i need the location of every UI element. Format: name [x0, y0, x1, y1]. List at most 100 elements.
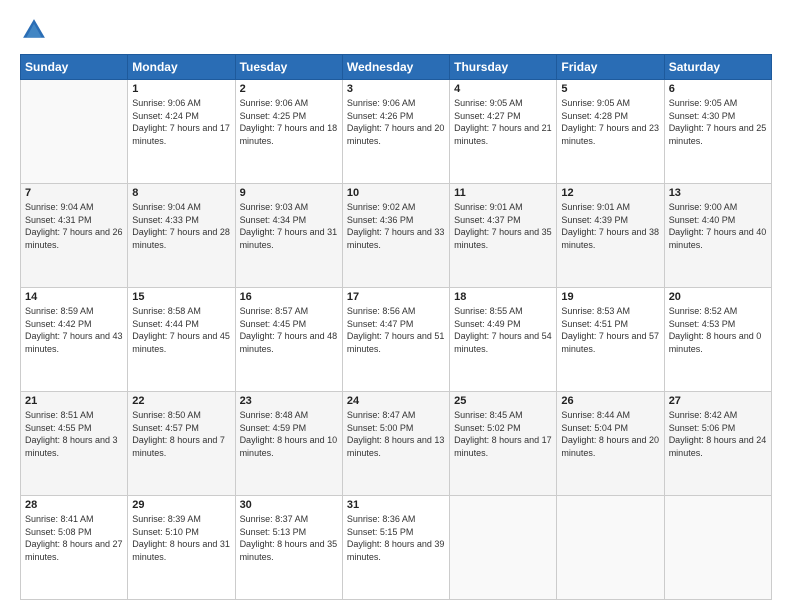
- day-number: 16: [240, 291, 338, 303]
- calendar-cell: 29 Sunrise: 8:39 AMSunset: 5:10 PMDayligh…: [128, 496, 235, 600]
- calendar-cell: 22Sunrise: 8:50 AMSunset: 4:57 PMDayligh…: [128, 392, 235, 496]
- calendar-cell: 7Sunrise: 9:04 AMSunset: 4:31 PMDaylight…: [21, 184, 128, 288]
- day-number: 2: [240, 83, 338, 95]
- day-number: 5: [561, 83, 659, 95]
- day-number: 6: [669, 83, 767, 95]
- day-number: 25: [454, 395, 552, 407]
- day-number: 21: [25, 395, 123, 407]
- day-number: 15: [132, 291, 230, 303]
- page: SundayMondayTuesdayWednesdayThursdayFrid…: [0, 0, 792, 612]
- calendar-cell: 25 Sunrise: 8:45 AMSunset: 5:02 PMDayligh…: [450, 392, 557, 496]
- day-detail: Sunrise: 8:37 AMSunset: 5:13 PMDaylight:…: [240, 514, 338, 562]
- day-detail: Sunrise: 9:01 AMSunset: 4:37 PMDaylight:…: [454, 202, 552, 250]
- day-number: 18: [454, 291, 552, 303]
- calendar-cell: [557, 496, 664, 600]
- calendar-week-row: 14 Sunrise: 8:59 AMSunset: 4:42 PMDayligh…: [21, 288, 772, 392]
- calendar-cell: 10 Sunrise: 9:02 AMSunset: 4:36 PMDayligh…: [342, 184, 449, 288]
- day-number: 29: [132, 499, 230, 511]
- calendar-cell: 1 Sunrise: 9:06 AMSunset: 4:24 PMDaylight…: [128, 80, 235, 184]
- day-number: 19: [561, 291, 659, 303]
- calendar-cell: 23 Sunrise: 8:48 AMSunset: 4:59 PMDayligh…: [235, 392, 342, 496]
- calendar-cell: 26Sunrise: 8:44 AMSunset: 5:04 PMDayligh…: [557, 392, 664, 496]
- logo: [20, 16, 54, 44]
- calendar-cell: [21, 80, 128, 184]
- calendar-week-row: 7Sunrise: 9:04 AMSunset: 4:31 PMDaylight…: [21, 184, 772, 288]
- calendar-cell: 15Sunrise: 8:58 AMSunset: 4:44 PMDayligh…: [128, 288, 235, 392]
- day-detail: Sunrise: 8:57 AMSunset: 4:45 PMDaylight:…: [240, 306, 338, 354]
- day-number: 11: [454, 187, 552, 199]
- day-detail: Sunrise: 9:04 AMSunset: 4:31 PMDaylight:…: [25, 202, 123, 250]
- header-cell-sunday: Sunday: [21, 55, 128, 80]
- day-detail: Sunrise: 9:02 AMSunset: 4:36 PMDaylight:…: [347, 202, 445, 250]
- day-detail: Sunrise: 8:42 AMSunset: 5:06 PMDaylight:…: [669, 410, 767, 458]
- day-detail: Sunrise: 9:05 AMSunset: 4:27 PMDaylight:…: [454, 98, 552, 146]
- day-number: 12: [561, 187, 659, 199]
- day-detail: Sunrise: 8:51 AMSunset: 4:55 PMDaylight:…: [25, 410, 118, 458]
- day-number: 23: [240, 395, 338, 407]
- day-number: 9: [240, 187, 338, 199]
- calendar-cell: 18 Sunrise: 8:55 AMSunset: 4:49 PMDayligh…: [450, 288, 557, 392]
- day-detail: Sunrise: 8:55 AMSunset: 4:49 PMDaylight:…: [454, 306, 552, 354]
- day-detail: Sunrise: 9:05 AMSunset: 4:28 PMDaylight:…: [561, 98, 659, 146]
- calendar-cell: 28 Sunrise: 8:41 AMSunset: 5:08 PMDayligh…: [21, 496, 128, 600]
- day-number: 20: [669, 291, 767, 303]
- day-detail: Sunrise: 8:52 AMSunset: 4:53 PMDaylight:…: [669, 306, 762, 354]
- calendar-cell: 14 Sunrise: 8:59 AMSunset: 4:42 PMDayligh…: [21, 288, 128, 392]
- day-number: 22: [132, 395, 230, 407]
- day-number: 1: [132, 83, 230, 95]
- calendar-cell: [664, 496, 771, 600]
- day-number: 27: [669, 395, 767, 407]
- calendar-cell: 20 Sunrise: 8:52 AMSunset: 4:53 PMDayligh…: [664, 288, 771, 392]
- header-cell-wednesday: Wednesday: [342, 55, 449, 80]
- calendar-week-row: 1 Sunrise: 9:06 AMSunset: 4:24 PMDaylight…: [21, 80, 772, 184]
- day-detail: Sunrise: 9:06 AMSunset: 4:26 PMDaylight:…: [347, 98, 445, 146]
- day-detail: Sunrise: 8:53 AMSunset: 4:51 PMDaylight:…: [561, 306, 659, 354]
- calendar-cell: 4 Sunrise: 9:05 AMSunset: 4:27 PMDaylight…: [450, 80, 557, 184]
- calendar-cell: 24Sunrise: 8:47 AMSunset: 5:00 PMDayligh…: [342, 392, 449, 496]
- calendar-cell: 9 Sunrise: 9:03 AMSunset: 4:34 PMDaylight…: [235, 184, 342, 288]
- day-detail: Sunrise: 8:59 AMSunset: 4:42 PMDaylight:…: [25, 306, 123, 354]
- day-detail: Sunrise: 9:06 AMSunset: 4:25 PMDaylight:…: [240, 98, 338, 146]
- day-detail: Sunrise: 9:01 AMSunset: 4:39 PMDaylight:…: [561, 202, 659, 250]
- day-detail: Sunrise: 9:06 AMSunset: 4:24 PMDaylight:…: [132, 98, 230, 146]
- day-detail: Sunrise: 9:00 AMSunset: 4:40 PMDaylight:…: [669, 202, 767, 250]
- day-detail: Sunrise: 8:48 AMSunset: 4:59 PMDaylight:…: [240, 410, 338, 458]
- header-cell-friday: Friday: [557, 55, 664, 80]
- day-number: 13: [669, 187, 767, 199]
- day-detail: Sunrise: 8:45 AMSunset: 5:02 PMDaylight:…: [454, 410, 552, 458]
- calendar-cell: 27 Sunrise: 8:42 AMSunset: 5:06 PMDayligh…: [664, 392, 771, 496]
- day-number: 30: [240, 499, 338, 511]
- header-cell-monday: Monday: [128, 55, 235, 80]
- calendar-cell: 30 Sunrise: 8:37 AMSunset: 5:13 PMDayligh…: [235, 496, 342, 600]
- calendar-cell: 6 Sunrise: 9:05 AMSunset: 4:30 PMDaylight…: [664, 80, 771, 184]
- day-number: 8: [132, 187, 230, 199]
- header: [20, 16, 772, 44]
- day-detail: Sunrise: 8:47 AMSunset: 5:00 PMDaylight:…: [347, 410, 445, 458]
- calendar-cell: 2 Sunrise: 9:06 AMSunset: 4:25 PMDaylight…: [235, 80, 342, 184]
- header-cell-tuesday: Tuesday: [235, 55, 342, 80]
- day-number: 10: [347, 187, 445, 199]
- day-number: 4: [454, 83, 552, 95]
- calendar-header-row: SundayMondayTuesdayWednesdayThursdayFrid…: [21, 55, 772, 80]
- day-detail: Sunrise: 9:03 AMSunset: 4:34 PMDaylight:…: [240, 202, 338, 250]
- day-number: 14: [25, 291, 123, 303]
- day-detail: Sunrise: 8:44 AMSunset: 5:04 PMDaylight:…: [561, 410, 659, 458]
- header-cell-thursday: Thursday: [450, 55, 557, 80]
- day-detail: Sunrise: 8:36 AMSunset: 5:15 PMDaylight:…: [347, 514, 445, 562]
- calendar-week-row: 21 Sunrise: 8:51 AMSunset: 4:55 PMDayligh…: [21, 392, 772, 496]
- day-detail: Sunrise: 8:56 AMSunset: 4:47 PMDaylight:…: [347, 306, 445, 354]
- day-number: 31: [347, 499, 445, 511]
- calendar-cell: 3Sunrise: 9:06 AMSunset: 4:26 PMDaylight…: [342, 80, 449, 184]
- calendar-cell: 31 Sunrise: 8:36 AMSunset: 5:15 PMDayligh…: [342, 496, 449, 600]
- day-detail: Sunrise: 8:41 AMSunset: 5:08 PMDaylight:…: [25, 514, 123, 562]
- calendar-cell: [450, 496, 557, 600]
- calendar-cell: 21 Sunrise: 8:51 AMSunset: 4:55 PMDayligh…: [21, 392, 128, 496]
- calendar-cell: 5 Sunrise: 9:05 AMSunset: 4:28 PMDaylight…: [557, 80, 664, 184]
- calendar-cell: 19 Sunrise: 8:53 AMSunset: 4:51 PMDayligh…: [557, 288, 664, 392]
- logo-icon: [20, 16, 48, 44]
- day-number: 17: [347, 291, 445, 303]
- day-detail: Sunrise: 8:39 AMSunset: 5:10 PMDaylight:…: [132, 514, 230, 562]
- calendar-cell: 11 Sunrise: 9:01 AMSunset: 4:37 PMDayligh…: [450, 184, 557, 288]
- day-number: 28: [25, 499, 123, 511]
- day-detail: Sunrise: 9:05 AMSunset: 4:30 PMDaylight:…: [669, 98, 767, 146]
